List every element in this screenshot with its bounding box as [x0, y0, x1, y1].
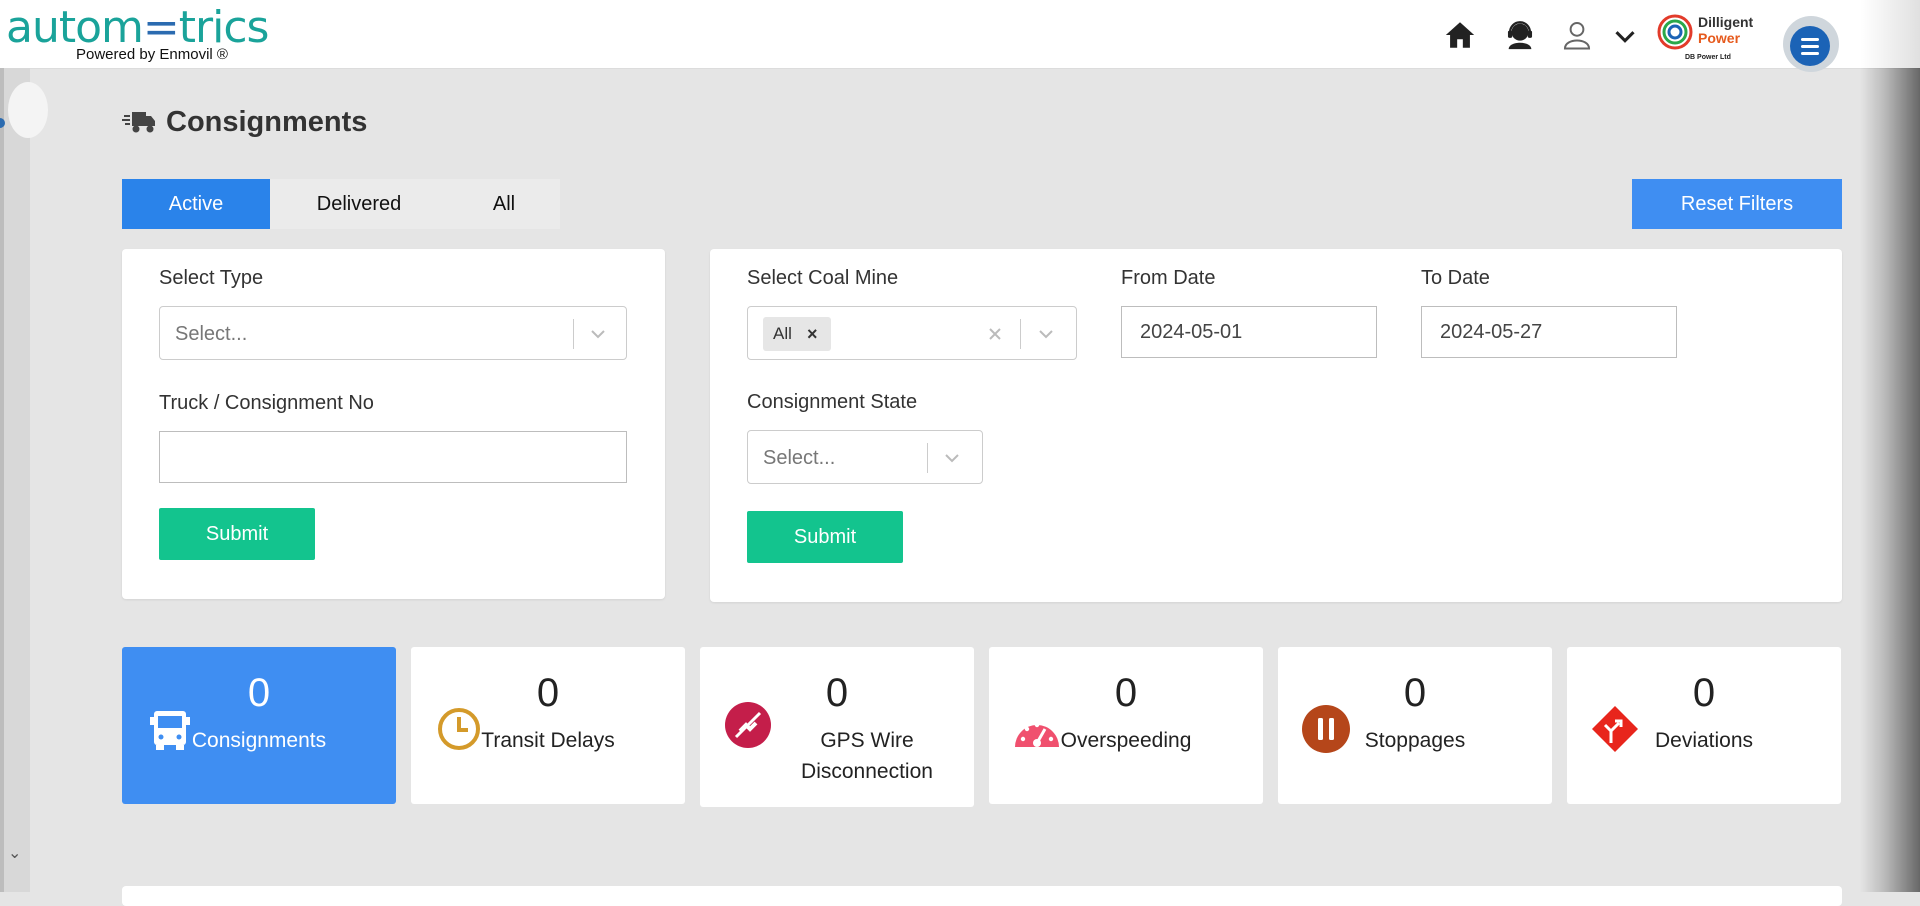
tab-active[interactable]: Active: [122, 179, 270, 229]
to-date-label: To Date: [1421, 267, 1490, 289]
stat-count: 0: [1403, 671, 1427, 715]
page-title-text: Consignments: [166, 106, 368, 138]
menu-icon: [1790, 26, 1830, 66]
consignment-tabs: Active Delivered All: [122, 179, 560, 229]
consignment-state-label: Consignment State: [747, 391, 918, 413]
stat-count: 0: [536, 671, 560, 715]
top-bar: autom=trics Powered by Enmovil ® Dillige…: [0, 0, 1920, 72]
collapsed-sidebar[interactable]: ⌄: [0, 68, 48, 892]
filter-card-left: Select Type Select... Truck / Consignmen…: [122, 249, 665, 599]
to-date-input[interactable]: 2024-05-27: [1421, 306, 1677, 358]
stat-card-stoppages[interactable]: 0 Stoppages: [1278, 647, 1552, 804]
from-date-label: From Date: [1121, 267, 1216, 289]
stat-card-overspeeding[interactable]: 0 Overspeeding: [989, 647, 1263, 804]
coal-mine-label: Select Coal Mine: [747, 267, 899, 289]
logo-tagline: Powered by Enmovil ®: [76, 46, 228, 63]
automettrics-logo[interactable]: autom=trics Powered by Enmovil ®: [6, 2, 269, 66]
chevron-down-icon[interactable]: [942, 448, 962, 468]
stat-count: 0: [247, 671, 271, 715]
stat-count: 0: [1114, 671, 1138, 715]
stat-card-consignments[interactable]: 0 Consignments: [122, 647, 396, 804]
truck-fast-icon: [122, 112, 155, 133]
sidebar-toggle-handle[interactable]: [8, 82, 48, 138]
stat-label: Transit Delays: [481, 729, 615, 752]
truck-consignment-input[interactable]: [159, 431, 627, 483]
stat-card-deviations[interactable]: 0 Deviations: [1567, 647, 1841, 804]
stat-label: Overspeeding: [1060, 729, 1192, 752]
menu-button[interactable]: [1783, 16, 1839, 72]
stat-card-gps-wire-disconnection[interactable]: 0 GPS Wire Disconnection: [700, 647, 974, 807]
clear-icon[interactable]: [986, 325, 1004, 343]
stat-card-transit-delays[interactable]: 0 Transit Delays: [411, 647, 685, 804]
brand-subtitle: DB Power Ltd: [1685, 54, 1731, 61]
dilligent-power-logo: Dilligent Power DB Power Ltd: [1655, 10, 1765, 66]
select-type-dropdown[interactable]: Select...: [159, 306, 627, 360]
stat-count: 0: [825, 671, 849, 715]
overlay-shadow: [1860, 68, 1920, 892]
selected-chip-all: All ×: [763, 317, 831, 351]
consignment-state-placeholder: Select...: [763, 447, 836, 469]
home-icon[interactable]: [1443, 18, 1477, 52]
chip-label: All: [773, 324, 792, 343]
brand-swirl-icon: [1657, 14, 1693, 50]
from-date-input[interactable]: 2024-05-01: [1121, 306, 1377, 358]
dropdown-separator: [927, 443, 928, 473]
brand-name: Dilligent Power: [1698, 14, 1754, 46]
chevron-down-icon[interactable]: ⌄: [8, 843, 21, 863]
stat-label: Stoppages: [1364, 729, 1466, 752]
submit-button-right[interactable]: Submit: [747, 511, 903, 563]
table-card: [122, 886, 1842, 906]
chip-remove-icon[interactable]: ×: [807, 317, 818, 351]
chevron-down-icon[interactable]: [1036, 324, 1056, 344]
chevron-down-icon[interactable]: [1608, 18, 1642, 52]
support-agent-icon[interactable]: [1503, 18, 1537, 52]
dropdown-separator: [1020, 319, 1021, 349]
filter-card-right: Select Coal Mine All × From Date 2024-05…: [710, 249, 1842, 602]
tab-delivered[interactable]: Delivered: [270, 179, 448, 229]
sidebar-indicator: [0, 118, 5, 128]
coal-mine-multiselect[interactable]: All ×: [747, 306, 1077, 360]
select-type-label: Select Type: [159, 267, 264, 289]
stat-label: Deviations: [1654, 729, 1754, 752]
dropdown-separator: [573, 319, 574, 349]
tab-all[interactable]: All: [448, 179, 560, 229]
stat-label: Consignments: [191, 729, 327, 752]
truck-consignment-label: Truck / Consignment No: [159, 392, 374, 414]
stat-label: GPS Wire Disconnection: [801, 729, 933, 783]
user-icon[interactable]: [1560, 18, 1594, 52]
sidebar-track: [0, 68, 4, 892]
select-type-placeholder: Select...: [175, 323, 248, 345]
reset-filters-button[interactable]: Reset Filters: [1632, 179, 1842, 229]
overlay-shadow-top: [1860, 0, 1920, 68]
consignment-state-dropdown[interactable]: Select...: [747, 430, 983, 484]
submit-button-left[interactable]: Submit: [159, 508, 315, 560]
stat-count: 0: [1692, 671, 1716, 715]
chevron-down-icon[interactable]: [588, 324, 608, 344]
